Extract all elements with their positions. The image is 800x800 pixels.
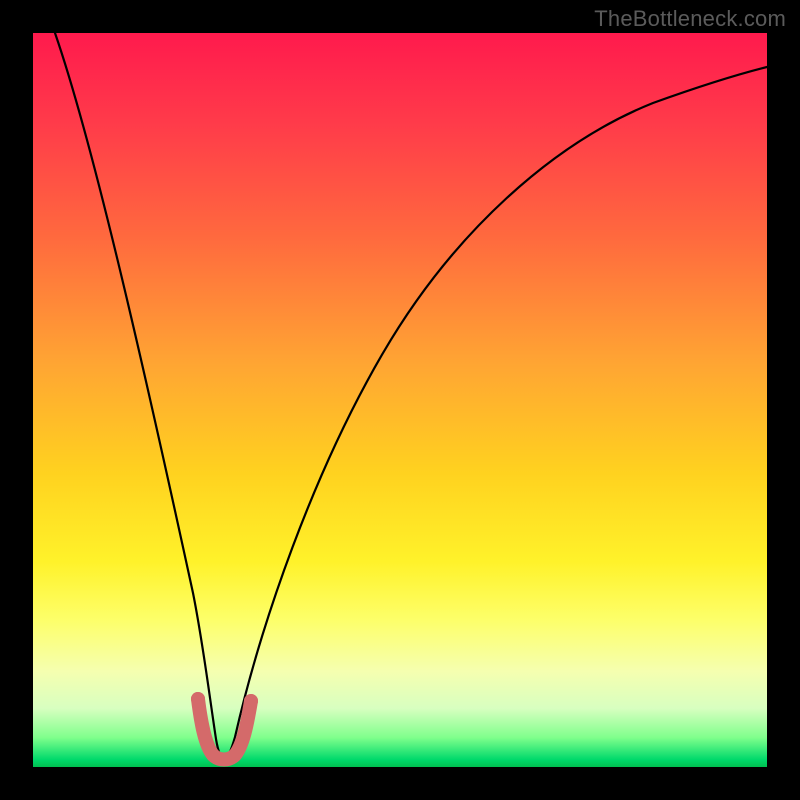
watermark-text: TheBottleneck.com	[594, 6, 786, 32]
chart-overlay	[33, 33, 767, 767]
outer-frame: TheBottleneck.com	[0, 0, 800, 800]
optimal-zone-marker	[198, 699, 251, 760]
bottleneck-curve	[55, 33, 767, 761]
marker-dot-left	[191, 692, 205, 706]
marker-dot-right	[244, 694, 258, 708]
